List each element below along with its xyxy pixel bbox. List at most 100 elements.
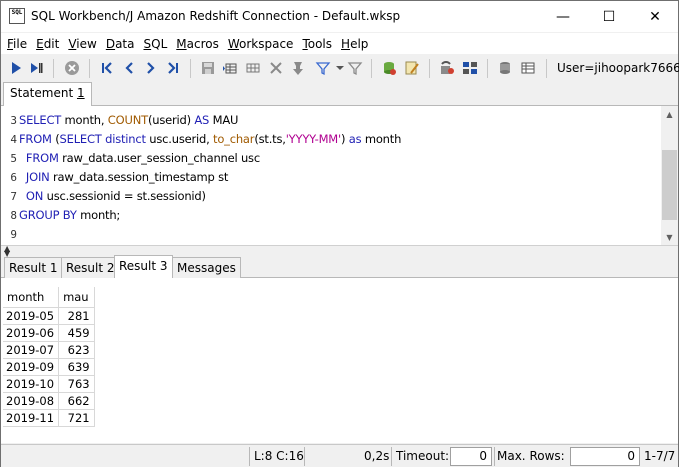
window-title: SQL Workbench/J Amazon Redshift Connecti…: [31, 9, 401, 23]
object-explorer-icon[interactable]: [461, 59, 479, 77]
sql-code[interactable]: SELECT month, COUNT(userid) AS MAU FROM (…: [19, 111, 401, 244]
line-number: 5: [10, 152, 17, 165]
maximize-button[interactable]: ☐: [586, 1, 632, 32]
table-cell[interactable]: 2019-07: [3, 340, 60, 358]
table-cell[interactable]: 623: [58, 340, 95, 358]
table-row[interactable]: 2019-06 459: [3, 323, 95, 341]
code-token: FROM: [19, 132, 52, 146]
table-cell[interactable]: 281: [58, 306, 95, 324]
menu-tools[interactable]: Tools: [299, 37, 335, 51]
cancel-icon[interactable]: [63, 59, 81, 77]
tab-statement-1[interactable]: Statement 1: [3, 82, 92, 106]
table-row[interactable]: 2019-11 721: [3, 408, 95, 427]
save-icon[interactable]: [199, 59, 217, 77]
split-pane-divider[interactable]: ▲ ▼: [1, 245, 678, 258]
max-rows-field[interactable]: 0: [570, 447, 640, 466]
menu-label: dit: [43, 36, 60, 51]
code-line[interactable]: FROM raw_data.user_session_channel usc: [19, 149, 401, 168]
table-row[interactable]: 2019-10 763: [3, 374, 95, 392]
table-cell[interactable]: 721: [58, 408, 95, 427]
table-cell[interactable]: 2019-09: [3, 357, 60, 375]
menu-file[interactable]: File: [4, 37, 30, 51]
row-range: 1-7/7: [644, 449, 676, 463]
table-cell[interactable]: 2019-05: [3, 306, 60, 324]
code-line[interactable]: ON usc.sessionid = st.sessionid): [19, 187, 401, 206]
result-table[interactable]: month mau 2019-05 281 2019-06 459 2019-07 623 2…: [3, 287, 95, 427]
execute-current-icon[interactable]: [28, 59, 46, 77]
first-icon[interactable]: [98, 59, 116, 77]
code-line[interactable]: JOIN raw_data.session_timestamp st: [19, 168, 401, 187]
code-line[interactable]: [19, 225, 401, 244]
menu-macros[interactable]: Macros: [173, 37, 222, 51]
code-token: raw_data.session_timestamp st: [49, 170, 229, 184]
menu-view[interactable]: View: [65, 37, 99, 51]
tab-result-3[interactable]: Result 3: [114, 255, 173, 279]
close-button[interactable]: ✕: [632, 1, 678, 32]
table-row[interactable]: 2019-09 639: [3, 357, 95, 375]
execute-icon[interactable]: [7, 59, 25, 77]
code-token: FROM: [25, 151, 59, 165]
delete-row-icon[interactable]: [267, 59, 285, 77]
table-view-icon[interactable]: [519, 59, 537, 77]
timeout-label: Timeout:: [396, 449, 450, 463]
sql-editor[interactable]: 3 4 5 6 7 8 9 SELECT month, COUNT(userid) AS M…: [1, 106, 678, 245]
result-tab-bar: Result 1 Result 2 Result 3 Messages: [1, 255, 678, 279]
line-number: 4: [10, 133, 17, 146]
timeout-field[interactable]: 0: [450, 447, 492, 466]
column-header-mau[interactable]: mau: [58, 287, 95, 307]
connect-icon[interactable]: [438, 59, 456, 77]
table-cell[interactable]: 639: [58, 357, 95, 375]
menu-edit[interactable]: Edit: [33, 37, 62, 51]
table-cell[interactable]: 2019-11: [3, 408, 60, 427]
table-cell[interactable]: 459: [58, 323, 95, 341]
table-row[interactable]: 2019-08 662: [3, 391, 95, 409]
table-cell[interactable]: 2019-06: [3, 323, 60, 341]
code-token: AS: [194, 113, 210, 127]
code-token: month: [361, 132, 402, 146]
filter-icon[interactable]: [314, 59, 332, 77]
last-icon[interactable]: [164, 59, 182, 77]
code-token: ): [340, 132, 349, 146]
code-token: raw_data.user_session_channel usc: [58, 151, 260, 165]
statement-tab-bar: Statement 1: [1, 82, 678, 106]
menu-data[interactable]: Data: [103, 37, 138, 51]
table-cell[interactable]: 662: [58, 391, 95, 409]
menu-workspace[interactable]: Workspace: [225, 37, 297, 51]
code-line[interactable]: FROM (SELECT distinct usc.userid, to_cha…: [19, 130, 401, 149]
column-header-month[interactable]: month: [3, 287, 60, 307]
menu-sql[interactable]: SQL: [141, 37, 171, 51]
database-icon[interactable]: [380, 59, 398, 77]
menu-mnemonic: H: [341, 36, 351, 51]
scroll-up-icon[interactable]: ▲: [665, 110, 674, 119]
next-icon[interactable]: [142, 59, 160, 77]
tab-messages[interactable]: Messages: [172, 257, 241, 278]
code-token: ON: [25, 189, 44, 203]
menu-mnemonic: S: [143, 36, 152, 51]
table-cell[interactable]: 2019-08: [3, 391, 60, 409]
code-line[interactable]: SELECT month, COUNT(userid) AS MAU: [19, 111, 401, 130]
table-cell[interactable]: 763: [58, 374, 95, 392]
menu-label: QL: [151, 36, 168, 51]
tab-result-1[interactable]: Result 1: [4, 257, 63, 278]
table-cell[interactable]: 2019-10: [3, 374, 60, 392]
insert-row-icon[interactable]: [221, 59, 239, 77]
previous-icon[interactable]: [120, 59, 138, 77]
tab-result-2[interactable]: Result 2: [61, 257, 120, 278]
clear-filter-icon[interactable]: [346, 59, 364, 77]
minimize-button[interactable]: —: [540, 1, 586, 32]
pin-icon[interactable]: [289, 59, 307, 77]
editor-scrollbar[interactable]: ▲ ▼: [661, 106, 678, 245]
db-explorer-icon[interactable]: [496, 59, 514, 77]
menu-label: acros: [186, 36, 219, 51]
table-row[interactable]: 2019-07 623: [3, 340, 95, 358]
scroll-thumb[interactable]: [662, 150, 677, 220]
menu-help[interactable]: Help: [338, 37, 371, 51]
code-line[interactable]: GROUP BY month;: [19, 206, 401, 225]
line-number: 8: [10, 209, 17, 222]
edit-script-icon[interactable]: [403, 59, 421, 77]
table-row[interactable]: 2019-05 281: [3, 306, 95, 324]
code-token: month;: [76, 208, 121, 222]
scroll-down-icon[interactable]: ▼: [665, 233, 674, 242]
result-panel: month mau 2019-05 281 2019-06 459 2019-07 623 2…: [1, 278, 678, 443]
copy-row-icon[interactable]: [244, 59, 262, 77]
